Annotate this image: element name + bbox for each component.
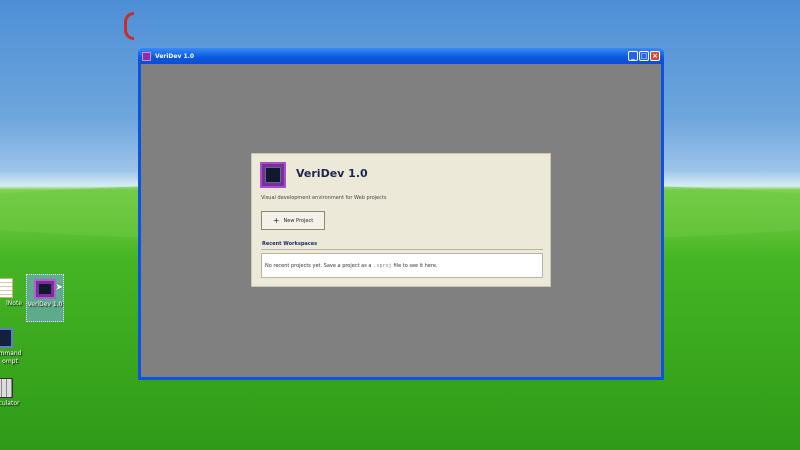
desktop-icon-command-prompt[interactable]: mmand ompt xyxy=(0,328,22,366)
divider xyxy=(261,249,543,250)
app-subtitle: Visual development environment for Web p… xyxy=(261,195,387,201)
desktop: lNote mmand ompt culator VeriDev 1.0 ➤ V… xyxy=(0,0,800,450)
plus-icon: + xyxy=(272,215,280,225)
recent-empty-text: No recent projects yet. Save a project a… xyxy=(265,262,372,269)
command-prompt-icon xyxy=(0,328,13,348)
mouse-cursor-icon: ➤ xyxy=(55,282,64,293)
phone-icon[interactable] xyxy=(124,12,134,40)
desktop-icon-label: culator xyxy=(0,400,20,407)
window-titlebar[interactable]: VeriDev 1.0 _ □ × xyxy=(138,48,664,64)
minimize-button[interactable]: _ xyxy=(628,51,638,61)
recent-workspaces-list: No recent projects yet. Save a project a… xyxy=(261,253,543,278)
notes-icon xyxy=(0,278,13,298)
veridev-window: VeriDev 1.0 _ □ × VeriDev 1.0 Visual dev… xyxy=(138,48,664,380)
desktop-icon-label: VeriDev 1.0 xyxy=(27,301,63,308)
window-client-area: VeriDev 1.0 Visual development environme… xyxy=(141,64,661,377)
new-project-label: New Project xyxy=(283,217,314,224)
app-name: VeriDev 1.0 xyxy=(296,167,368,180)
desktop-icon-calculator[interactable]: culator xyxy=(0,378,22,408)
recent-workspaces-heading: Recent Workspaces xyxy=(262,241,318,247)
new-project-button[interactable]: + New Project xyxy=(261,211,325,230)
desktop-icon-label: mmand ompt xyxy=(0,350,22,365)
close-button[interactable]: × xyxy=(650,51,660,61)
app-icon[interactable] xyxy=(142,51,151,61)
window-title: VeriDev 1.0 xyxy=(155,52,195,60)
desktop-icon-label: lNote xyxy=(6,300,22,307)
calculator-icon xyxy=(0,378,13,398)
recent-empty-text-end: file to see it here. xyxy=(393,262,438,269)
desktop-icon-notes[interactable]: lNote xyxy=(0,278,22,308)
veridev-logo-icon xyxy=(260,162,286,188)
file-extension: .vproj xyxy=(373,262,392,269)
veridev-icon xyxy=(34,279,56,299)
maximize-button[interactable]: □ xyxy=(639,51,649,61)
start-panel: VeriDev 1.0 Visual development environme… xyxy=(251,153,551,287)
